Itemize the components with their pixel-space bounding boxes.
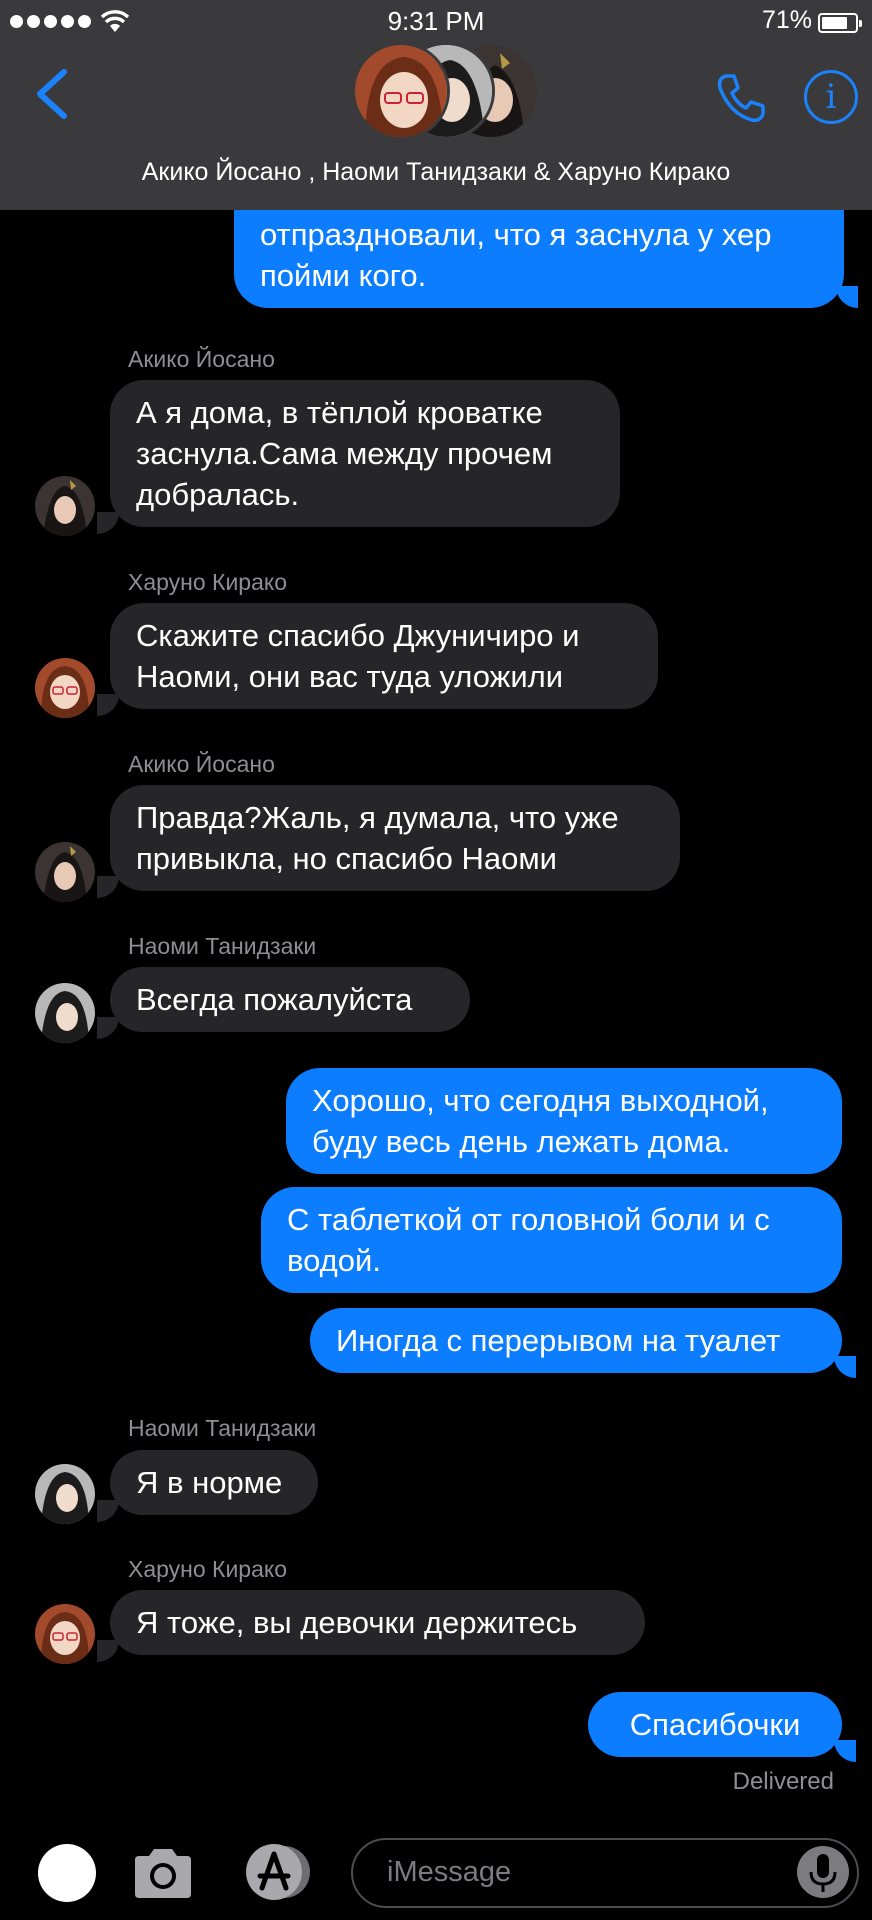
avatar [35,476,95,536]
bubble-tail [97,512,119,534]
message-incoming[interactable]: Я в норме [110,1450,318,1515]
sender-name: Акико Йосано [128,346,275,372]
microphone-icon[interactable] [797,1846,849,1898]
avatar [35,658,95,718]
bubble-tail [836,286,858,308]
app-store-icon[interactable] [240,1842,316,1902]
delivered-status: Delivered [732,1768,834,1795]
avatar-group-1 [352,42,450,140]
message-placeholder: iMessage [387,1856,512,1888]
input-bar: iMessage [0,1820,872,1920]
sender-name: Акико Йосано [128,751,275,777]
conversation-header: 9:31 PM 71% i Акико Йосано , Наоми Танид… [0,0,872,210]
sender-name: Харуно Кирако [128,1556,287,1582]
message-outgoing[interactable]: Иногда с перерывом на туалет [310,1308,842,1373]
clock: 9:31 PM [387,6,485,36]
message-outgoing[interactable]: Хорошо, что сегодня выходной, буду весь … [286,1068,842,1174]
back-chevron-icon[interactable] [30,68,74,120]
bubble-tail [97,1017,119,1039]
message-incoming[interactable]: Правда?Жаль, я думала, что уже привыкла,… [110,785,680,891]
message-incoming[interactable]: А я дома, в тёплой кроватке заснула.Сама… [110,380,620,527]
message-input[interactable]: iMessage [351,1838,859,1908]
avatar [35,983,95,1043]
bubble-tail [97,694,119,716]
status-bar: 9:31 PM 71% [0,6,872,36]
bubble-tail [97,1640,119,1662]
bubble-tail [97,876,119,898]
avatar [35,1604,95,1664]
battery-icon [818,13,862,33]
phone-icon[interactable] [712,70,768,126]
sender-name: Харуно Кирако [128,569,287,595]
message-incoming[interactable]: Скажите спасибо Джуничиро и Наоми, они в… [110,603,658,709]
home-button-icon[interactable] [38,1844,96,1902]
group-avatars[interactable] [352,42,542,142]
message-incoming[interactable]: Я тоже, вы девочки держитесь [110,1590,645,1655]
bubble-tail [97,1500,119,1522]
camera-icon[interactable] [131,1846,195,1900]
avatar [35,1464,95,1524]
message-outgoing[interactable]: С таблеткой от головной боли и с водой. [261,1187,842,1293]
bubble-tail [834,1740,856,1762]
sender-name: Наоми Танидзаки [128,1415,317,1441]
message-incoming[interactable]: Всегда пожалуйста [110,967,470,1032]
info-icon[interactable]: i [804,70,858,124]
message-outgoing[interactable]: Спасибочки [588,1692,842,1757]
sender-name: Наоми Танидзаки [128,933,317,959]
conversation-title[interactable]: Акико Йосано , Наоми Танидзаки & Харуно … [0,158,872,187]
bubble-tail [834,1356,856,1378]
battery-percent: 71% [761,6,812,34]
avatar [35,842,95,902]
